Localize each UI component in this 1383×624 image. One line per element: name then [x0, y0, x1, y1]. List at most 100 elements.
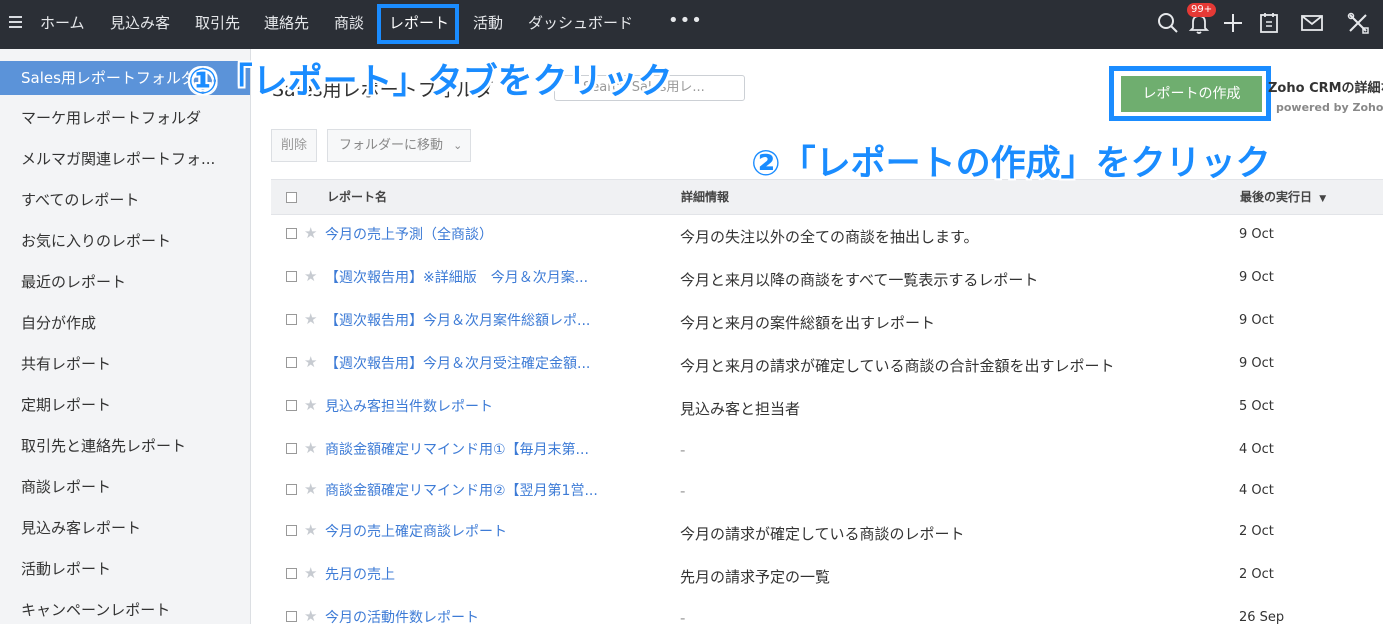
star-icon[interactable]: ★: [304, 521, 317, 539]
row-checkbox[interactable]: [286, 525, 297, 536]
report-name-link[interactable]: 商談金額確定リマインド用①【毎月末第...: [325, 439, 589, 459]
report-name-link[interactable]: 見込み客担当件数レポート: [325, 396, 493, 416]
chevron-down-icon: ⌄: [453, 139, 463, 152]
sidebar-item-deals[interactable]: 商談レポート: [0, 470, 250, 504]
nav-tab-activities[interactable]: 活動: [473, 0, 503, 46]
search-icon[interactable]: [1156, 11, 1180, 35]
sidebar-item-activities[interactable]: 活動レポート: [0, 552, 250, 586]
star-icon[interactable]: ★: [304, 480, 317, 498]
nav-tab-contacts[interactable]: 連絡先: [264, 0, 309, 46]
table-row[interactable]: ★ 今月の売上予測（全商談） 今月の失注以外の全ての商談を抽出します。 9 Oc…: [271, 213, 1383, 256]
row-checkbox[interactable]: [286, 228, 297, 239]
report-detail: 今月の請求が確定している商談のレポート: [680, 525, 965, 543]
mail-icon[interactable]: [1300, 11, 1324, 35]
tools-icon[interactable]: [1346, 11, 1370, 35]
report-detail: 今月と来月の請求が確定している商談の合計金額を出すレポート: [680, 357, 1115, 375]
star-icon[interactable]: ★: [304, 310, 317, 328]
report-last-run: 9 Oct: [1239, 270, 1274, 285]
report-name-link[interactable]: 今月の売上確定商談レポート: [325, 521, 507, 541]
create-report-button[interactable]: レポートの作成: [1121, 76, 1262, 112]
row-checkbox[interactable]: [286, 271, 297, 282]
sidebar-item-marketing-folder[interactable]: マーケ用レポートフォルダ: [0, 101, 250, 135]
star-icon[interactable]: ★: [304, 439, 317, 457]
report-name-link[interactable]: 【週次報告用】今月＆次月受注確定金額...: [325, 353, 590, 373]
report-detail: -: [680, 441, 686, 459]
more-tabs-icon[interactable]: •••: [668, 0, 703, 46]
table-row[interactable]: ★ 先月の売上 先月の請求予定の一覧 2 Oct: [271, 553, 1383, 596]
star-icon[interactable]: ★: [304, 607, 317, 624]
table-row[interactable]: ★ 見込み客担当件数レポート 見込み客と担当者 5 Oct: [271, 385, 1383, 428]
report-folder-sidebar: Sales用レポートフォルダ マーケ用レポートフォルダ メルマガ関連レポートフォ…: [0, 49, 251, 624]
nav-tab-deals[interactable]: 商談: [334, 0, 364, 46]
row-checkbox[interactable]: [286, 357, 297, 368]
report-name-link[interactable]: 今月の売上予測（全商談）: [325, 224, 493, 244]
report-last-run: 2 Oct: [1239, 567, 1274, 582]
report-last-run: 2 Oct: [1239, 524, 1274, 539]
annotation-step-2: ②「レポートの作成」をクリック: [751, 144, 1271, 184]
report-name-link[interactable]: 商談金額確定リマインド用②【翌月第1営...: [325, 480, 598, 500]
report-last-run: 9 Oct: [1239, 313, 1274, 328]
column-header-name[interactable]: レポート名: [327, 180, 387, 215]
report-last-run: 4 Oct: [1239, 483, 1274, 498]
report-last-run: 26 Sep: [1239, 610, 1285, 624]
report-name-link[interactable]: 【週次報告用】※詳細版 今月＆次月案...: [325, 267, 588, 287]
report-detail: -: [680, 609, 686, 624]
sidebar-item-accounts-contacts[interactable]: 取引先と連絡先レポート: [0, 429, 250, 463]
row-checkbox[interactable]: [286, 400, 297, 411]
plus-icon[interactable]: [1221, 11, 1245, 35]
star-icon[interactable]: ★: [304, 267, 317, 285]
sidebar-item-recent[interactable]: 最近のレポート: [0, 265, 250, 299]
sidebar-item-leads[interactable]: 見込み客レポート: [0, 511, 250, 545]
nav-tab-leads[interactable]: 見込み客: [110, 0, 170, 46]
annotation-step-1: ①「レポート」タブをクリック: [188, 62, 673, 102]
sidebar-item-scheduled[interactable]: 定期レポート: [0, 388, 250, 422]
row-checkbox[interactable]: [286, 443, 297, 454]
report-name-link[interactable]: 今月の活動件数レポート: [325, 607, 479, 624]
table-row[interactable]: ★ 今月の売上確定商談レポート 今月の請求が確定している商談のレポート 2 Oc…: [271, 510, 1383, 553]
table-row[interactable]: ★ 【週次報告用】※詳細版 今月＆次月案... 今月と来月以降の商談をすべて一覧…: [271, 256, 1383, 299]
report-detail: -: [680, 482, 686, 500]
report-detail: 見込み客と担当者: [680, 400, 801, 418]
sidebar-item-all-reports[interactable]: すべてのレポート: [0, 183, 250, 217]
hamburger-menu-icon[interactable]: [9, 16, 22, 28]
report-last-run: 5 Oct: [1239, 399, 1274, 414]
row-checkbox[interactable]: [286, 611, 297, 622]
star-icon[interactable]: ★: [304, 224, 317, 242]
sort-desc-icon: ▼: [1319, 194, 1327, 204]
report-name-link[interactable]: 【週次報告用】今月＆次月案件総額レポ...: [325, 310, 590, 330]
report-detail: 今月と来月以降の商談をすべて一覧表示するレポート: [680, 271, 1039, 289]
report-detail: 先月の請求予定の一覧: [680, 568, 831, 586]
star-icon[interactable]: ★: [304, 564, 317, 582]
table-row[interactable]: ★ 【週次報告用】今月＆次月受注確定金額... 今月と来月の請求が確定している商…: [271, 342, 1383, 385]
select-all-checkbox[interactable]: [286, 192, 297, 203]
star-icon[interactable]: ★: [304, 396, 317, 414]
table-row[interactable]: ★ 【週次報告用】今月＆次月案件総額レポ... 今月と来月の案件総額を出すレポー…: [271, 299, 1383, 342]
nav-tab-accounts[interactable]: 取引先: [195, 0, 240, 46]
table-row[interactable]: ★ 今月の活動件数レポート - 26 Sep: [271, 596, 1383, 624]
report-name-link[interactable]: 先月の売上: [325, 564, 395, 584]
report-last-run: 4 Oct: [1239, 442, 1274, 457]
delete-button[interactable]: 削除: [271, 129, 317, 162]
star-icon[interactable]: ★: [304, 353, 317, 371]
sidebar-item-created-by-me[interactable]: 自分が作成: [0, 306, 250, 340]
sidebar-item-newsletter-folder[interactable]: メルマガ関連レポートフォ...: [0, 142, 250, 176]
move-to-folder-label: フォルダーに移動: [339, 138, 444, 153]
nav-tab-dashboard[interactable]: ダッシュボード: [528, 0, 633, 46]
column-header-detail: 詳細情報: [681, 190, 730, 204]
table-row[interactable]: ★ 商談金額確定リマインド用①【毎月末第... - 4 Oct: [271, 428, 1383, 471]
row-checkbox[interactable]: [286, 314, 297, 325]
zoho-info-link[interactable]: Zoho CRMの詳細な: [1268, 77, 1383, 96]
row-checkbox[interactable]: [286, 484, 297, 495]
report-last-run: 9 Oct: [1239, 227, 1274, 242]
row-checkbox[interactable]: [286, 568, 297, 579]
sidebar-item-favorites[interactable]: お気に入りのレポート: [0, 224, 250, 258]
table-row[interactable]: ★ 商談金額確定リマインド用②【翌月第1営... - 4 Oct: [271, 469, 1383, 512]
top-navigation-bar: ホーム 見込み客 取引先 連絡先 商談 レポート 活動 ダッシュボード ••• …: [0, 0, 1383, 49]
sidebar-item-shared[interactable]: 共有レポート: [0, 347, 250, 381]
nav-tab-home[interactable]: ホーム: [40, 0, 85, 46]
move-to-folder-button[interactable]: フォルダーに移動 ⌄: [327, 129, 471, 162]
sidebar-item-campaigns[interactable]: キャンペーンレポート: [0, 593, 250, 624]
report-last-run: 9 Oct: [1239, 356, 1274, 371]
calendar-icon[interactable]: [1257, 11, 1281, 35]
notification-badge: 99+: [1187, 3, 1217, 17]
